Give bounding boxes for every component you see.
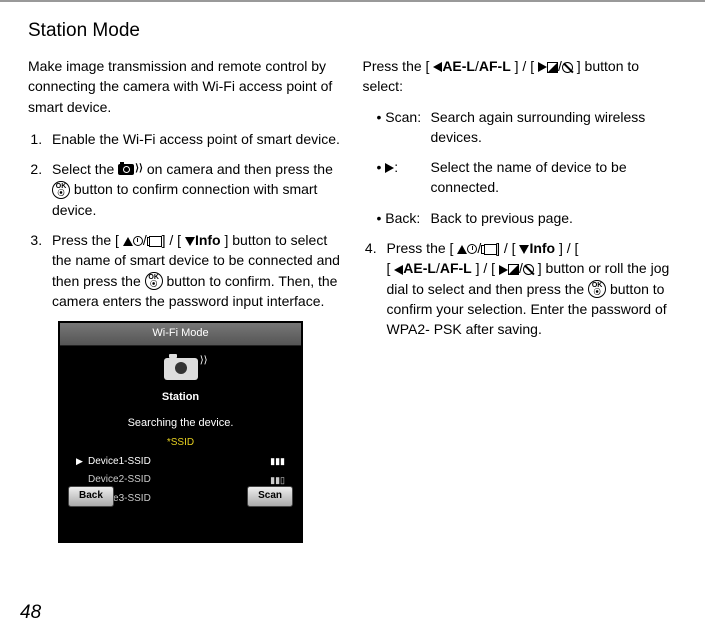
timer-icon	[133, 236, 143, 246]
screenshot-device-row: Device3-SSID ▮▯▯	[76, 490, 285, 509]
left-column: Make image transmission and remote contr…	[28, 56, 343, 543]
exposure-icon	[547, 62, 558, 73]
timer-icon	[467, 244, 477, 254]
disable-icon	[523, 264, 534, 275]
exposure-icon	[508, 264, 519, 275]
screenshot-wifi-icon: ⟩⟩	[200, 354, 208, 369]
right-arrow-icon	[385, 163, 394, 173]
wifi-signal-icon: ▮▮▮	[270, 455, 285, 468]
screenshot-body: ⟩⟩ Station Searching the device. *SSID ▶…	[60, 346, 301, 540]
screenshot-device-row: Device2-SSID ▮▮▯	[76, 471, 285, 490]
up-arrow-icon	[123, 237, 133, 246]
selection-arrow-icon: ▶	[76, 455, 88, 468]
step-3: Press the [ / ] / [ Info ] button to sel…	[46, 230, 343, 311]
ok-button-icon: OK⦿	[52, 181, 70, 199]
disable-icon	[562, 62, 573, 73]
burst-icon	[147, 237, 158, 246]
screenshot-station-label: Station	[60, 390, 301, 406]
camera-wifi-icon: ⟩⟩	[118, 164, 143, 175]
option-back: • Back: Back to previous page.	[377, 208, 678, 228]
screenshot-device-list: ▶ Device1-SSID ▮▮▮ Device2-SSID ▮▮▯	[60, 453, 301, 515]
steps-list-continued: Press the [ / ] / [ Info ] / [ [ AE-L/AF…	[363, 238, 678, 339]
screenshot-ssid-label: *SSID	[60, 436, 301, 451]
screenshot-header: Wi-Fi Mode	[60, 323, 301, 346]
steps-list: Enable the Wi-Fi access point of smart d…	[28, 129, 343, 311]
down-arrow-icon	[519, 245, 529, 254]
up-arrow-icon	[457, 245, 467, 254]
step-4: Press the [ / ] / [ Info ] / [ [ AE-L/AF…	[381, 238, 678, 339]
page-title: Station Mode	[28, 20, 677, 42]
right-arrow-icon	[538, 62, 547, 72]
option-play: • : Select the name of device to be conn…	[377, 157, 678, 198]
wifi-signal-icon: ▮▮▯	[270, 474, 285, 487]
step-2: Select the ⟩⟩ on camera and then press t…	[46, 159, 343, 220]
left-arrow-icon	[433, 62, 442, 72]
option-scan: • Scan: Search again surrounding wireles…	[377, 107, 678, 148]
camera-screenshot: Wi-Fi Mode ⟩⟩ Station Searching the devi…	[58, 321, 303, 542]
burst-icon	[481, 245, 492, 254]
screenshot-searching-text: Searching the device.	[60, 416, 301, 432]
ok-button-icon: OK⦿	[588, 280, 606, 298]
wifi-signal-icon: ▮▯▯	[270, 492, 285, 505]
right-column: Press the [ AE-L/AF-L ] / [ / ] button t…	[363, 56, 678, 543]
step-1: Enable the Wi-Fi access point of smart d…	[46, 129, 343, 149]
left-arrow-icon	[394, 265, 403, 275]
screenshot-device-row: ▶ Device1-SSID ▮▮▮	[76, 453, 285, 472]
page-content: Station Mode Make image transmission and…	[0, 2, 705, 543]
press-instruction: Press the [ AE-L/AF-L ] / [ / ] button t…	[363, 56, 678, 97]
down-arrow-icon	[185, 237, 195, 246]
page-number: 48	[20, 602, 41, 624]
right-arrow-icon	[499, 265, 508, 275]
two-column-layout: Make image transmission and remote contr…	[28, 56, 677, 543]
options-list: • Scan: Search again surrounding wireles…	[363, 107, 678, 228]
screenshot-camera-icon	[164, 358, 198, 380]
intro-text: Make image transmission and remote contr…	[28, 56, 343, 117]
ok-button-icon: OK⦿	[145, 272, 163, 290]
